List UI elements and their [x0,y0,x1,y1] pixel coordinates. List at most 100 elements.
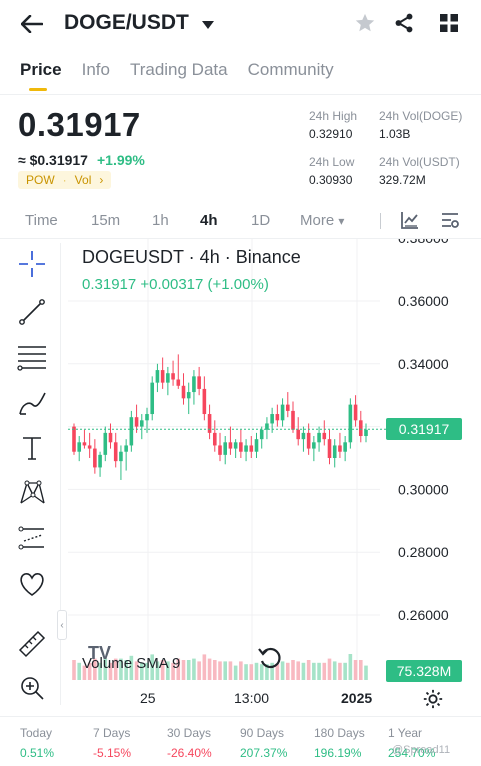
brush-icon[interactable] [14,386,50,422]
x-label: 13:00 [234,690,270,706]
reset-icon[interactable] [256,644,284,672]
volume-bar [223,661,228,680]
timeframe-time[interactable]: Time [25,212,58,229]
candle-body [171,373,175,380]
volume-bar [296,661,301,680]
volume-bar [212,660,217,680]
timeframe-bar: Time 15m 1h 4h 1D More ▾ [0,207,481,233]
volume-bar [343,662,347,680]
last-price: 0.31917 [18,106,141,143]
trend-line-icon[interactable] [14,294,50,330]
volume-bar [317,662,321,680]
timeframe-1d[interactable]: 1D [251,212,270,229]
share-icon[interactable] [393,12,415,39]
ruler-icon[interactable] [14,626,50,662]
candle-body [139,420,144,427]
star-icon[interactable] [354,12,376,39]
pair-title[interactable]: DOGE/USDT [64,11,189,35]
fiat-price: ≈ $0.31917 [18,152,88,168]
divider [0,716,481,717]
candle-body [155,370,160,383]
indicator-icon[interactable] [400,210,420,235]
caret-down-icon[interactable] [202,17,214,35]
pattern-icon[interactable] [14,474,50,510]
volume-bar [285,662,290,680]
performance-value: 0.51% [20,746,55,760]
candle-body [228,442,233,449]
volume-bar [233,665,238,680]
volume-bar [207,658,212,680]
candle-body [197,376,201,389]
volume-bar [291,660,295,680]
tag-pow: POW [26,173,55,187]
timeframe-1h[interactable]: 1h [152,212,169,229]
collapse-toolbar-button[interactable]: ‹ [57,610,67,640]
volume-bar [192,658,196,680]
candle-body [358,420,363,437]
zoom-in-icon[interactable] [14,670,50,706]
volume-bar [186,660,191,680]
candle-body [207,414,212,433]
volume-bar [312,662,316,680]
volume-bar [197,661,201,680]
volume-bar [327,658,332,680]
vol-usdt-value: 329.72M [379,173,426,187]
candle-body [291,410,295,430]
candle-body [280,404,285,421]
tab-trading-data[interactable]: Trading Data [130,60,228,92]
y-tick-label: 0.28000 [398,544,449,560]
candle-body [317,432,321,443]
volume-bar [202,654,207,680]
y-tick-label: 0.34000 [398,356,449,372]
forecast-icon[interactable] [14,520,50,556]
crosshair-icon[interactable] [14,246,50,282]
timeframe-15m[interactable]: 15m [91,212,120,229]
volume-bar [301,662,306,680]
vol-doge-value: 1.03B [379,127,411,141]
candle-body [176,379,181,386]
candle-body [218,445,222,455]
candle-body [285,404,290,411]
candle-body [166,373,170,383]
candle-body [119,451,123,462]
back-arrow-icon[interactable] [18,10,46,38]
candle-body [145,414,149,421]
caret-down-icon: ▾ [338,214,345,228]
candle-body [332,445,337,458]
performance-value: -26.40% [167,746,212,760]
volume-bar [239,661,243,680]
gear-icon[interactable] [422,688,444,710]
volume-label: Volume SMA 9 [82,655,181,672]
text-tool-icon[interactable] [14,430,50,466]
grid-icon[interactable] [439,13,459,38]
tag-chip[interactable]: POW · Vol › [18,171,112,189]
tab-community[interactable]: Community [248,60,334,92]
timeframe-more[interactable]: More ▾ [300,212,344,229]
price-change: +1.99% [97,152,145,168]
tab-price[interactable]: Price [20,60,62,92]
candle-body [181,385,186,399]
candle-body [87,445,92,449]
timeframe-4h[interactable]: 4h [200,212,218,229]
candle-body [202,388,207,415]
volume-bar [332,661,337,680]
tab-info[interactable]: Info [82,60,110,92]
favorite-heart-icon[interactable] [14,566,50,602]
fib-lines-icon[interactable] [14,340,50,376]
candle-body [134,417,139,427]
watermark: @Spread11 [392,744,451,756]
candle-body [82,442,87,446]
candlestick-chart[interactable]: 0.380000.360000.340000.320000.300000.280… [0,239,481,717]
header-bar: DOGE/USDT [0,0,481,48]
volume-bar [244,664,248,680]
performance-label: 180 Days [314,726,365,740]
vol-usdt-label: 24h Vol(USDT) [379,155,460,169]
chart-settings-icon[interactable] [440,210,460,235]
performance-label: 90 Days [240,726,285,740]
performance-label: 30 Days [167,726,212,740]
y-tick-label: 0.38000 [398,239,449,246]
candle-body [296,429,301,440]
candle-body [327,439,332,458]
candle-body [259,429,264,440]
y-tick-label: 0.26000 [398,607,449,623]
